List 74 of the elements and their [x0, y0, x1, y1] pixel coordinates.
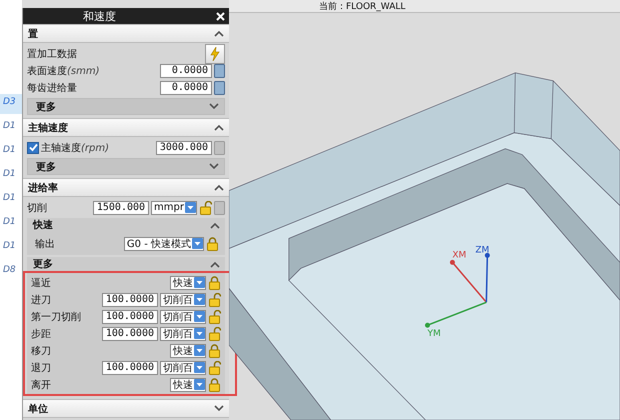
list-item[interactable]: D1: [0, 238, 22, 258]
value-field[interactable]: 100.0000: [102, 292, 158, 306]
value-field[interactable]: 100.0000: [102, 360, 158, 374]
field-label: 主轴速度(rpm): [41, 142, 110, 154]
dropdown[interactable]: 切削百: [160, 292, 206, 306]
field-label: 离开: [31, 378, 51, 392]
list-item[interactable]: D1: [0, 166, 22, 186]
list-item[interactable]: D1: [0, 214, 22, 234]
value-field[interactable]: 100.0000: [102, 310, 158, 324]
caret-icon: [214, 405, 224, 412]
field-label: 表面速度(smm): [27, 64, 100, 78]
lock-icon[interactable]: [208, 378, 221, 392]
list-item[interactable]: D3: [0, 94, 22, 114]
caret-icon: [209, 103, 219, 110]
value-field[interactable]: 3000.000: [156, 140, 212, 154]
caret-icon: [210, 222, 220, 228]
caret-icon: [209, 163, 219, 170]
checkbox[interactable]: [27, 142, 39, 154]
more-bar[interactable]: 更多: [27, 98, 225, 115]
section-header[interactable]: 单位: [23, 399, 229, 418]
field-label: 切削: [27, 202, 47, 214]
value-field[interactable]: 1500.000: [92, 200, 150, 214]
axis-label: ZM: [475, 245, 490, 256]
open-lock-icon[interactable]: [208, 360, 221, 374]
field-label: 输出: [35, 238, 55, 250]
open-lock-icon[interactable]: [199, 200, 212, 214]
axis-label: YM: [428, 329, 441, 340]
value-field[interactable]: 0.0000: [160, 64, 212, 78]
caret-icon: [214, 30, 224, 37]
lightning-icon: [210, 46, 220, 60]
list-item[interactable]: D8: [0, 262, 22, 282]
field-label: 退刀: [31, 362, 51, 374]
value-field[interactable]: 100.0000: [102, 326, 158, 340]
lock-icon[interactable]: [208, 276, 221, 290]
dropdown[interactable]: 快速: [170, 378, 206, 392]
more-bar[interactable]: 更多: [27, 158, 225, 175]
section-header[interactable]: 主轴速度: [23, 118, 229, 137]
dropdown[interactable]: 快速: [170, 344, 206, 358]
field-label: 第一刀切削: [31, 310, 81, 324]
caret-icon: [214, 184, 224, 191]
close-icon[interactable]: [216, 12, 225, 20]
section-header[interactable]: 置: [23, 24, 229, 43]
field-label: 每齿进给量: [27, 82, 77, 94]
field-label: 进刀: [31, 294, 51, 306]
list-item[interactable]: D1: [0, 118, 22, 138]
section-header[interactable]: 进给率: [23, 178, 229, 197]
axis-label: XM: [452, 250, 466, 260]
field-label: 移刀: [31, 344, 51, 358]
value-field[interactable]: 0.0000: [160, 80, 212, 94]
field-label: 步距: [31, 328, 51, 340]
dropdown[interactable]: 快速: [170, 276, 206, 290]
lock-icon[interactable]: [206, 236, 219, 250]
dropdown[interactable]: G0 - 快速模式: [124, 236, 204, 250]
open-lock-icon[interactable]: [208, 310, 221, 324]
caret-icon: [214, 124, 224, 131]
caret-icon: [210, 260, 220, 268]
current-label: 当前：FLOOR_WALL: [319, 0, 406, 12]
table-icon[interactable]: [214, 80, 225, 94]
generate-button[interactable]: [205, 44, 225, 64]
field-label: 置加工数据: [27, 48, 77, 60]
open-lock-icon[interactable]: [208, 326, 221, 340]
dropdown[interactable]: 切削百: [160, 360, 206, 374]
list-item[interactable]: D1: [0, 142, 22, 162]
group-header[interactable]: 更多: [27, 257, 225, 271]
field-label: 逼近: [31, 276, 51, 290]
group-header[interactable]: 快速: [27, 218, 225, 232]
dialog-title: 和速度: [83, 8, 116, 24]
dropdown[interactable]: 切削百: [160, 310, 206, 324]
open-lock-icon[interactable]: [208, 292, 221, 306]
list-item[interactable]: D1: [0, 190, 22, 210]
dropdown[interactable]: mmpr: [151, 200, 197, 214]
lock-icon[interactable]: [208, 344, 221, 358]
table-icon[interactable]: [214, 64, 225, 78]
dropdown[interactable]: 切削百: [160, 326, 206, 340]
